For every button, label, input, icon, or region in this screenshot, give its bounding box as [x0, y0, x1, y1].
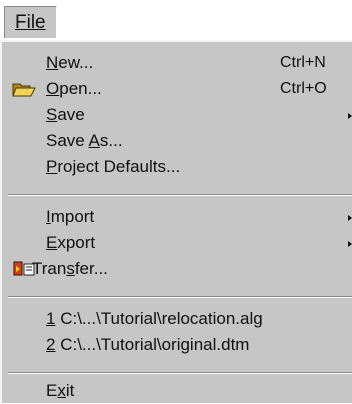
menu-item-open-shortcut: Ctrl+O — [280, 80, 327, 97]
menu-item-save[interactable]: Save — [2, 102, 352, 128]
menu-item-import-label: Import — [46, 207, 95, 226]
open-folder-icon — [12, 83, 36, 97]
menu-item-recent-file-2-label: 2 C:\...\Tutorial\original.dtm — [46, 335, 250, 354]
menu-item-save-as[interactable]: Save As... — [2, 128, 352, 154]
menu-separator — [8, 296, 352, 298]
file-menu-dropdown: New... Ctrl+N Open... Ctrl+O Save Save A… — [0, 40, 352, 403]
menu-item-open[interactable]: Open... Ctrl+O — [2, 76, 352, 102]
menu-item-project-defaults[interactable]: Project Defaults... — [2, 154, 352, 180]
file-menu-title[interactable]: File — [4, 6, 57, 38]
menu-item-exit-label: Exit — [46, 381, 75, 400]
menu-item-new-label: New... — [46, 53, 94, 72]
menu-item-export[interactable]: Export — [2, 230, 352, 256]
menu-item-import[interactable]: Import — [2, 204, 352, 230]
submenu-arrow-icon — [348, 241, 352, 247]
menu-bar: File — [0, 0, 352, 44]
menu-item-open-label: Open... — [46, 79, 102, 98]
submenu-arrow-icon — [348, 113, 352, 119]
menu-item-export-label: Export — [46, 233, 96, 252]
menu-item-recent-file-1-label: 1 C:\...\Tutorial\relocation.alg — [46, 309, 263, 328]
menu-item-save-as-label: Save As... — [46, 131, 123, 150]
menu-item-transfer-label: Transfer... — [32, 259, 108, 278]
menu-item-exit[interactable]: Exit — [2, 378, 352, 404]
menu-separator — [8, 194, 352, 196]
menu-item-new-shortcut: Ctrl+N — [280, 54, 326, 71]
menu-item-new[interactable]: New... Ctrl+N — [2, 50, 352, 76]
menu-item-project-defaults-label: Project Defaults... — [46, 157, 181, 176]
menu-item-save-label: Save — [46, 105, 85, 124]
menu-item-recent-file-2[interactable]: 2 C:\...\Tutorial\original.dtm — [2, 332, 352, 358]
menu-item-recent-file-1[interactable]: 1 C:\...\Tutorial\relocation.alg — [2, 306, 352, 332]
menu-item-transfer[interactable]: Transfer... — [2, 256, 352, 282]
submenu-arrow-icon — [348, 215, 352, 221]
file-menu-mnemonic: File — [15, 12, 46, 33]
menu-separator — [8, 372, 352, 374]
